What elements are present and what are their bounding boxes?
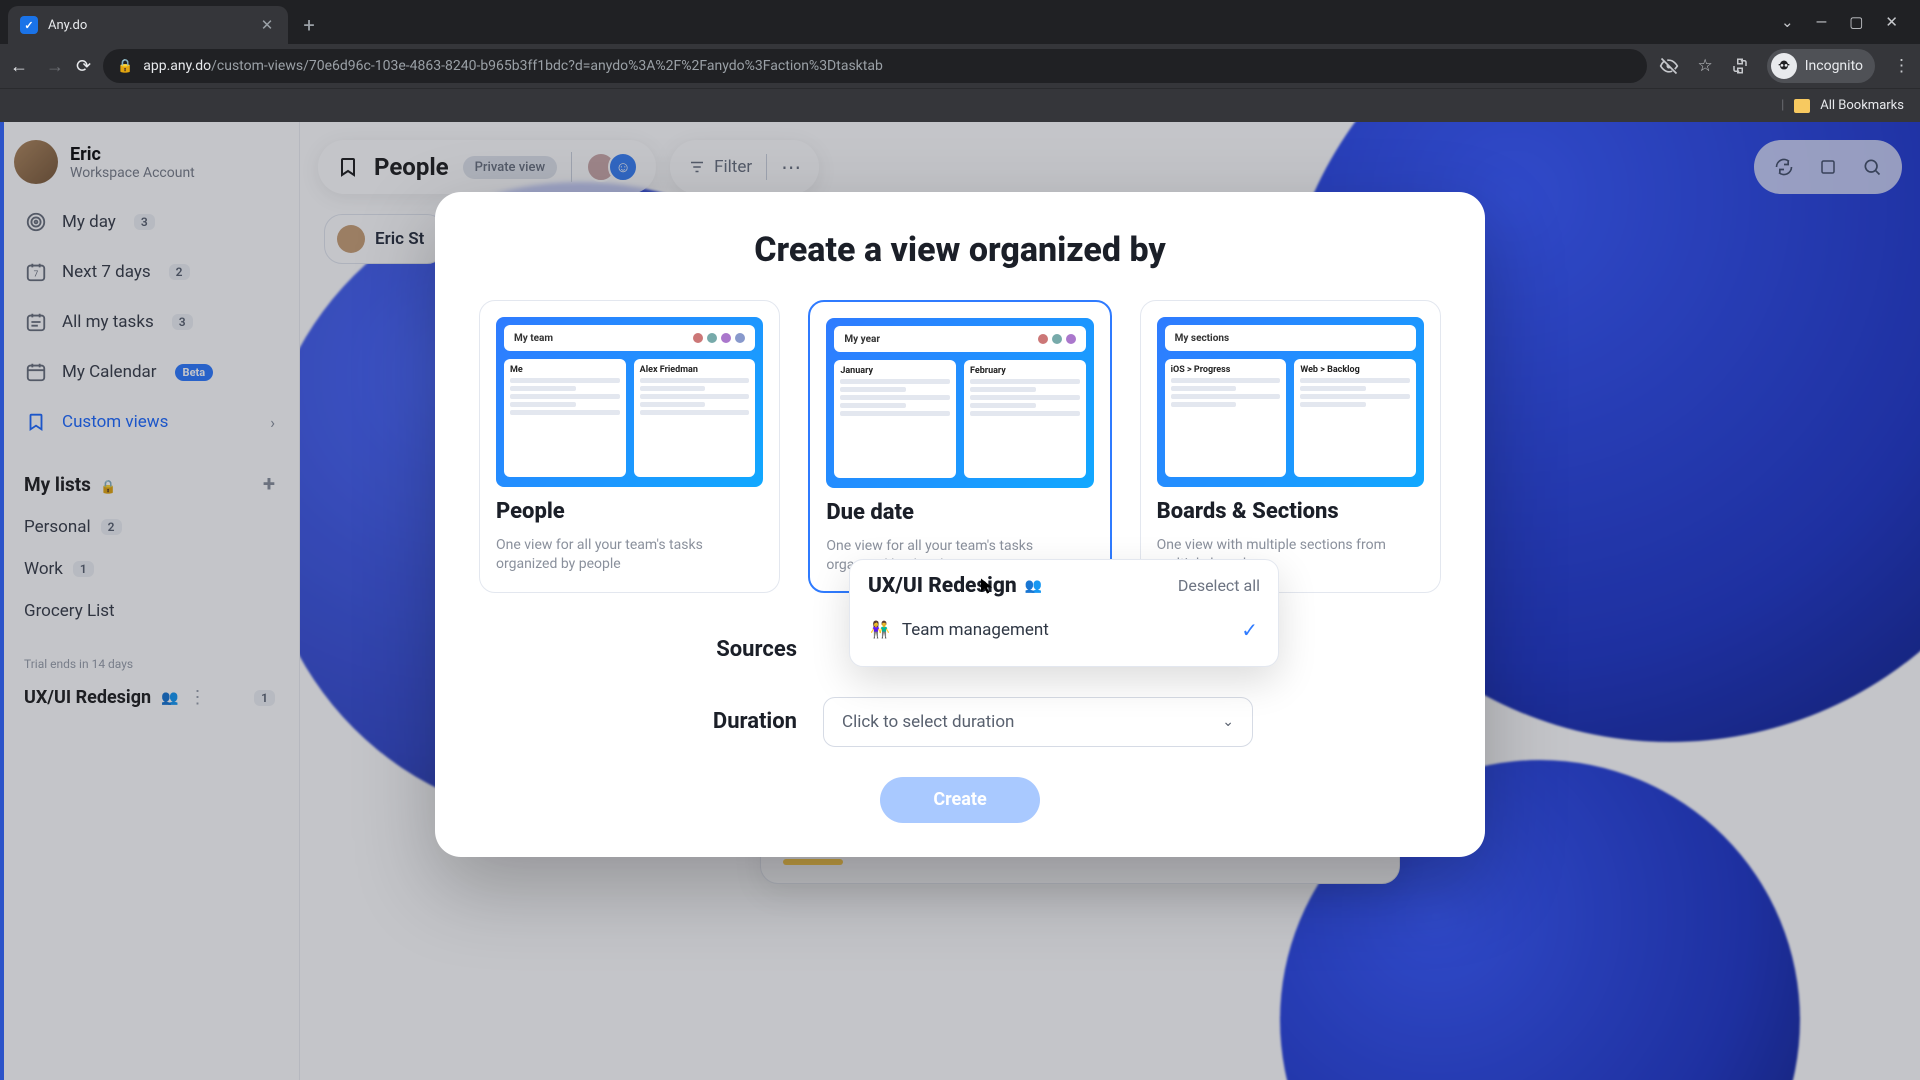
check-icon: ✓ [1241,618,1258,642]
forward-icon: → [46,56,64,77]
chevron-down-icon: ⌄ [1222,714,1234,730]
eye-off-icon[interactable] [1659,56,1679,76]
reload-icon[interactable]: ⟳ [76,56,91,77]
sources-dropdown: UX/UI Redesign 👥 Deselect all 👫 Team mana… [849,559,1279,667]
maximize-icon[interactable]: ▢ [1849,13,1863,31]
url-path: /custom-views/70e6d96c-103e-4863-8240-b9… [211,58,883,74]
dropdown-item-label: Team management [902,620,1049,640]
browser-window: ✓ Any.do ✕ + ⌄ — ▢ ✕ ← → ⟳ 🔒 app.any.do/… [0,0,1920,1080]
create-view-modal: Create a view organized by My team Me Al… [435,192,1485,857]
minimize-icon[interactable]: — [1816,13,1828,31]
incognito-label: Incognito [1805,58,1863,74]
preview-col: January [840,366,950,376]
sources-row: Sources UX/UI Redesign👥 Deselect all 👫 T… [667,625,1253,675]
modal-title: Create a view organized by [479,230,1441,270]
close-window-icon[interactable]: ✕ [1885,13,1898,31]
option-preview: My sections iOS > Progress Web > Backlog [1157,317,1424,487]
option-title: People [496,499,763,524]
kebab-menu-icon[interactable]: ⋮ [1893,56,1910,76]
lock-icon: 🔒 [117,59,133,74]
preview-title: My team [514,333,553,344]
dropdown-item[interactable]: 👫 Team management ✓ [868,608,1260,652]
option-preview: My year January February [826,318,1093,488]
url-host: app.any.do [143,58,211,74]
duration-label: Duration [667,709,797,734]
chrome-tabstrip: ✓ Any.do ✕ + ⌄ — ▢ ✕ [0,0,1920,44]
browser-tab[interactable]: ✓ Any.do ✕ [8,6,288,44]
team-icon: 👫 [870,620,890,639]
bookmarks-bar: | All Bookmarks [0,88,1920,122]
incognito-icon [1771,53,1797,79]
chrome-toolbar: ← → ⟳ 🔒 app.any.do/custom-views/70e6d96c… [0,44,1920,88]
anydo-favicon-icon: ✓ [20,16,38,34]
new-tab-button[interactable]: + [294,10,324,40]
duration-row: Duration Click to select duration ⌄ [667,697,1253,747]
address-bar[interactable]: 🔒 app.any.do/custom-views/70e6d96c-103e-… [103,49,1647,83]
preview-col: Web > Backlog [1300,365,1410,375]
tab-title: Any.do [48,18,248,33]
option-title: Due date [826,500,1093,525]
preview-title: My sections [1175,333,1229,344]
incognito-indicator[interactable]: Incognito [1767,49,1875,83]
view-type-options: My team Me Alex Friedman People One view… [479,300,1441,593]
dropdown-title: UX/UI Redesign [868,574,1017,598]
preview-col: Me [510,365,620,375]
preview-title: My year [844,334,880,345]
option-desc: One view for all your team's tasks organ… [496,536,763,574]
option-due-date[interactable]: My year January February Due date One vi… [808,300,1111,593]
create-label: Create [933,789,986,810]
deselect-all-button[interactable]: Deselect all [1178,576,1260,595]
folder-icon [1794,99,1810,113]
back-icon[interactable]: ← [10,56,28,77]
option-boards-sections[interactable]: My sections iOS > Progress Web > Backlog… [1140,300,1441,593]
preview-col: Alex Friedman [640,365,750,375]
close-tab-icon[interactable]: ✕ [258,16,276,34]
option-preview: My team Me Alex Friedman [496,317,763,487]
modal-overlay[interactable]: Create a view organized by My team Me Al… [0,122,1920,1080]
modal-form: Sources UX/UI Redesign👥 Deselect all 👫 T… [479,625,1441,823]
chevron-down-icon[interactable]: ⌄ [1781,13,1794,31]
members-icon: 👥 [1025,578,1042,594]
preview-col: iOS > Progress [1171,365,1281,375]
duration-placeholder: Click to select duration [842,712,1014,732]
duration-select[interactable]: Click to select duration ⌄ [823,697,1253,747]
create-button[interactable]: Create [880,777,1040,823]
anydo-app: Eric Workspace Account My day 3 7 Next 7… [0,122,1920,1080]
option-people[interactable]: My team Me Alex Friedman People One view… [479,300,780,593]
option-title: Boards & Sections [1157,499,1424,524]
star-icon[interactable]: ☆ [1697,56,1712,76]
preview-col: February [970,366,1080,376]
window-controls: ⌄ — ▢ ✕ [1767,0,1912,44]
all-bookmarks-button[interactable]: All Bookmarks [1820,98,1904,113]
extensions-icon[interactable] [1731,57,1749,75]
sources-label: Sources [667,637,797,662]
